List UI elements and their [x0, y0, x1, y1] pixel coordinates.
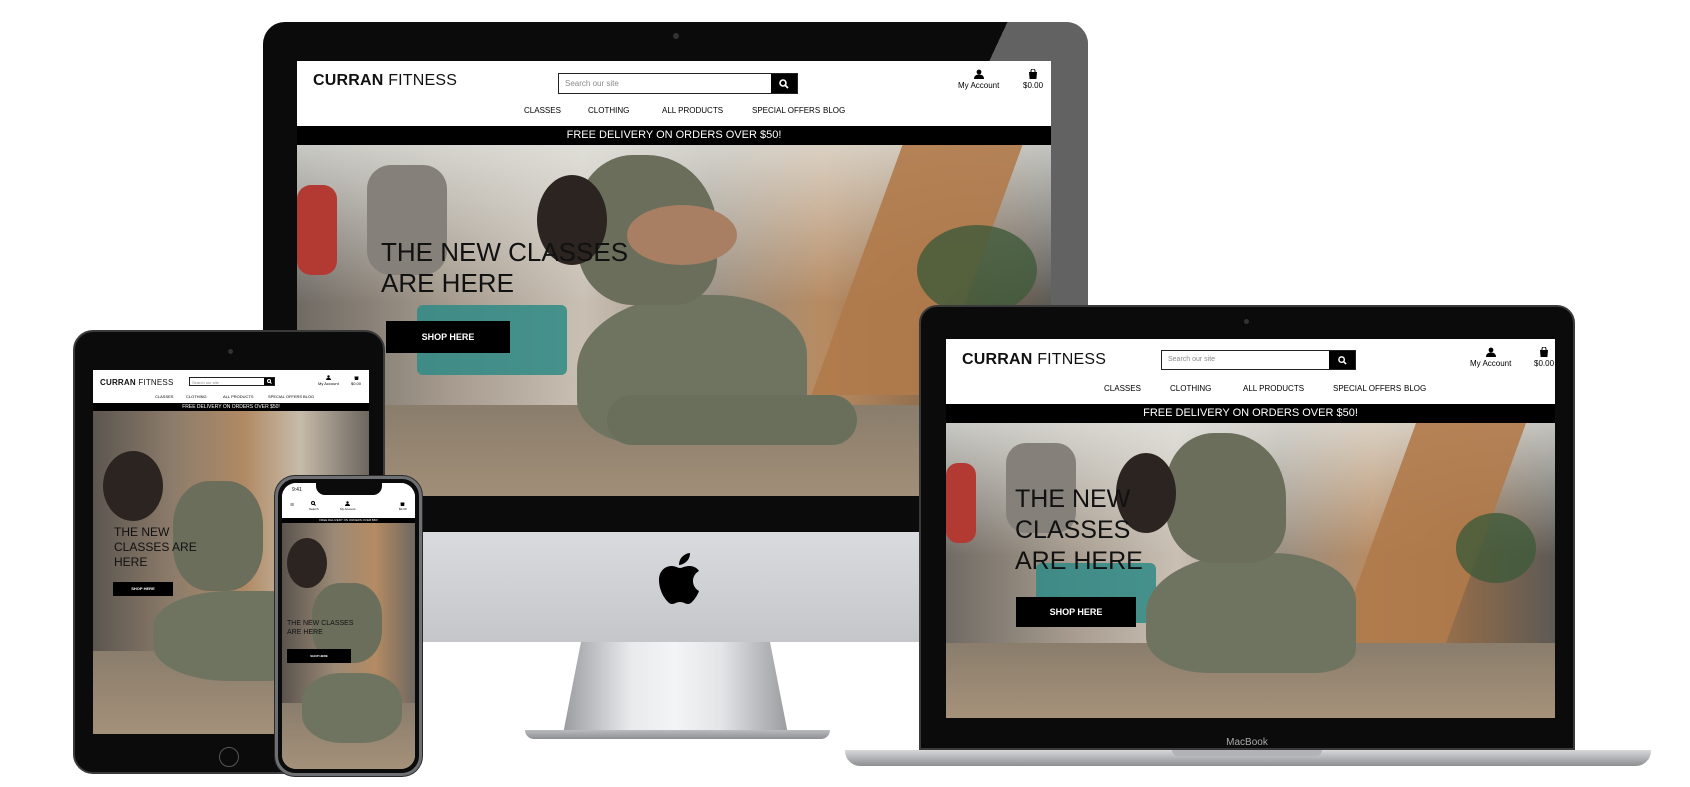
account-link[interactable]: My Account	[318, 375, 339, 386]
search-icon	[779, 78, 789, 89]
nav-clothing[interactable]: CLOTHING	[1170, 384, 1211, 393]
account-label: My Account	[958, 81, 1000, 90]
search-button[interactable]	[1329, 351, 1355, 369]
account-label: My Account	[1470, 359, 1512, 368]
shopping-bag-icon	[354, 376, 358, 380]
macbook-screen: CURRAN FITNESS Search our site My Accoun…	[946, 339, 1555, 718]
nav-classes[interactable]: CLASSES	[524, 106, 561, 115]
apple-logo-icon	[657, 552, 701, 611]
brand-logo[interactable]: CURRAN FITNESS	[313, 72, 457, 90]
delivery-banner: FREE DELIVERY ON ORDERS OVER $50!	[297, 126, 1051, 145]
imac-stand	[563, 642, 788, 734]
shopping-bag-icon	[400, 502, 405, 506]
iphone-notch	[316, 481, 382, 495]
shopping-bag-icon	[1029, 68, 1038, 79]
macbook-label: MacBook	[1226, 737, 1268, 748]
account-link[interactable]: My Account	[1470, 347, 1511, 368]
user-icon	[345, 501, 351, 506]
brand-logo[interactable]: CURRAN FITNESS	[100, 378, 174, 387]
site-header: CURRAN FITNESS Search our site My Accoun…	[297, 61, 1051, 126]
bag-total: $0.00	[1534, 359, 1555, 368]
nav-all-products[interactable]: ALL PRODUCTS	[223, 394, 254, 399]
nav-all-products[interactable]: ALL PRODUCTS	[1243, 384, 1304, 393]
search-button[interactable]	[264, 378, 274, 385]
account-link[interactable]: My Account	[958, 69, 999, 90]
bag-link[interactable]: $0.00	[1534, 346, 1555, 368]
status-clock: 9:41	[292, 487, 302, 493]
nav-classes[interactable]: CLASSES	[1104, 384, 1141, 393]
bag-link[interactable]: $0.00	[351, 375, 361, 386]
shop-here-button[interactable]: SHOP HERE	[1016, 597, 1136, 627]
search-label: Search	[309, 507, 319, 511]
shop-here-button[interactable]: SHOP HERE	[287, 649, 351, 663]
nav-blog[interactable]: BLOG	[303, 394, 314, 399]
ipad-camera	[228, 349, 233, 354]
nav-all-products[interactable]: ALL PRODUCTS	[662, 106, 723, 115]
bag-total: $0.00	[351, 381, 362, 386]
hamburger-menu-icon[interactable]: ≡	[290, 502, 294, 509]
bag-total: $0.00	[399, 507, 407, 511]
hero-title: THE NEW CLASSES ARE HERE	[381, 237, 629, 298]
nav-clothing[interactable]: CLOTHING	[186, 394, 207, 399]
hero-section: THE NEW CLASSES ARE HERE SHOP HERE	[282, 523, 415, 769]
search-bar: Search our site	[558, 73, 798, 94]
imac-stand-base	[525, 730, 830, 739]
shop-here-button[interactable]: SHOP HERE	[386, 321, 510, 353]
user-icon	[325, 375, 331, 380]
user-icon	[973, 69, 984, 79]
nav-classes[interactable]: CLASSES	[155, 394, 173, 399]
shopping-bag-icon	[1540, 346, 1549, 357]
iphone-screen: 9:41 ≡ Search My Account $0.00 FREE DELI…	[282, 483, 415, 769]
user-icon	[1485, 347, 1496, 357]
bag-link[interactable]: $0.00	[1023, 68, 1044, 90]
search-input[interactable]: Search our site	[1162, 351, 1329, 369]
search-button[interactable]	[771, 74, 797, 93]
nav-special-offers[interactable]: SPECIAL OFFERS	[1333, 384, 1401, 393]
brand-logo[interactable]: CURRAN FITNESS	[962, 351, 1106, 369]
nav-special-offers[interactable]: SPECIAL OFFERS	[752, 106, 820, 115]
nav-clothing[interactable]: CLOTHING	[588, 106, 629, 115]
search-icon	[1337, 355, 1347, 365]
search-input[interactable]: Search our site	[190, 378, 264, 385]
nav-special-offers[interactable]: SPECIAL OFFERS	[268, 394, 302, 399]
macbook-notch	[1172, 750, 1322, 756]
search-toggle[interactable]: Search	[309, 501, 319, 511]
account-link[interactable]: My Account	[340, 501, 356, 511]
macbook-camera	[1244, 319, 1249, 324]
nav-blog[interactable]: BLOG	[1404, 384, 1426, 393]
search-input[interactable]: Search our site	[559, 74, 771, 93]
bag-link[interactable]: $0.00	[399, 501, 407, 511]
account-label: My Account	[318, 381, 339, 386]
hero-title: THE NEW CLASSES ARE HERE	[1015, 485, 1143, 575]
bag-total: $0.00	[1023, 81, 1044, 90]
hero-title: THE NEW CLASSES ARE HERE	[114, 525, 197, 569]
nav-blog[interactable]: BLOG	[823, 106, 845, 115]
site-header: CURRAN FITNESS Search our site My Accoun…	[93, 370, 369, 403]
delivery-banner: FREE DELIVERY ON ORDERS OVER $50!	[93, 403, 369, 411]
delivery-banner: FREE DELIVERY ON ORDERS OVER $50!	[946, 404, 1555, 423]
search-icon	[266, 379, 272, 384]
ipad-home-button[interactable]	[219, 747, 239, 767]
account-label: My Account	[340, 507, 356, 511]
hero-image	[282, 523, 415, 769]
hero-title: THE NEW CLASSES ARE HERE	[287, 620, 354, 636]
search-icon	[311, 501, 317, 506]
site-header: CURRAN FITNESS Search our site My Accoun…	[946, 339, 1555, 404]
hero-section: THE NEW CLASSES ARE HERE SHOP HERE	[946, 423, 1555, 718]
search-bar: Search our site	[189, 377, 275, 386]
shop-here-button[interactable]: SHOP HERE	[113, 582, 173, 596]
imac-camera	[673, 33, 679, 39]
search-bar: Search our site	[1161, 350, 1356, 370]
